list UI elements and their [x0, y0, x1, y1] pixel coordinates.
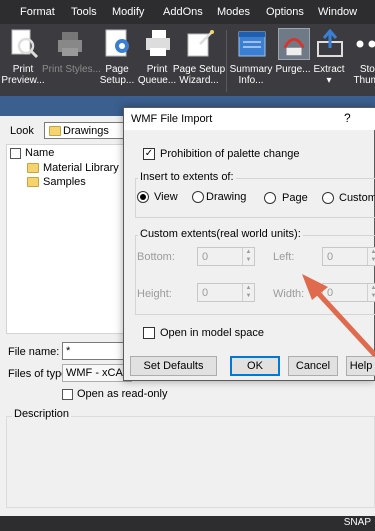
- menu-addons[interactable]: AddOns: [163, 0, 203, 24]
- print-preview-button[interactable]: Print Preview...: [0, 26, 46, 94]
- set-defaults-button[interactable]: Set Defaults: [130, 356, 217, 376]
- radio-drawing[interactable]: [192, 191, 204, 203]
- print-queue-label: Print: [146, 64, 168, 75]
- files-of-type-label: Files of type:: [8, 368, 71, 380]
- files-of-type-select[interactable]: WMF - xCAD 2: [62, 364, 132, 382]
- file-name: Samples: [43, 176, 86, 188]
- spin-arrows-icon[interactable]: ▲ ▼: [242, 284, 254, 301]
- look-in-select[interactable]: Drawings: [44, 122, 134, 139]
- extract-label: Extract: [313, 64, 345, 75]
- radio-view-label: View: [154, 191, 178, 203]
- page-setup-label: Page: [105, 64, 129, 75]
- radio-custom[interactable]: [322, 192, 334, 204]
- store-thumbnail-label-2: Thumb: [353, 75, 375, 86]
- ribbon-toolbar: Print Preview... Print Styles... Page Setu…: [0, 24, 375, 96]
- look-in-label: Look: [10, 125, 34, 137]
- print-preview-label: Print: [12, 64, 34, 75]
- file-name-label: File name:: [8, 346, 60, 358]
- extract-icon: [317, 28, 343, 57]
- menu-modes[interactable]: Modes: [217, 0, 250, 24]
- cancel-button[interactable]: Cancel: [288, 356, 338, 376]
- prohibition-label: Prohibition of palette change: [160, 148, 300, 160]
- radio-custom-label: Custom: [339, 192, 375, 204]
- summary-info-button[interactable]: Summary Info...: [228, 26, 274, 94]
- width-label: Width:: [273, 288, 305, 300]
- menu-bar: Format Tools Modify AddOns Modes Options…: [0, 0, 375, 24]
- prohibition-checkbox[interactable]: ✓: [143, 148, 155, 160]
- menu-tools[interactable]: Tools: [71, 0, 97, 24]
- radio-page[interactable]: [264, 192, 276, 204]
- menu-modify[interactable]: Modify: [112, 0, 144, 24]
- radio-drawing-label: Drawing: [206, 191, 247, 203]
- print-styles-button[interactable]: Print Styles...: [42, 26, 101, 94]
- spin-arrows-icon[interactable]: ▲ ▼: [367, 284, 375, 301]
- custom-extents-label: Custom extents(real world units):: [138, 228, 303, 240]
- select-all-checkbox[interactable]: [10, 148, 21, 159]
- model-space-checkbox[interactable]: [143, 327, 155, 339]
- file-list: Name Material Library Samples: [6, 144, 126, 334]
- spin-arrows-icon[interactable]: ▲ ▼: [367, 248, 375, 265]
- folder-icon: [27, 177, 39, 188]
- page-setup-wizard-button[interactable]: Page Setup Wizard...: [172, 26, 226, 94]
- print-styles-icon: [58, 32, 82, 56]
- print-preview-label-2: Preview...: [1, 75, 45, 86]
- help-icon[interactable]: ?: [344, 111, 351, 125]
- print-queue-icon: [146, 30, 170, 56]
- height-stepper[interactable]: 0 ▲ ▼: [197, 283, 255, 302]
- bottom-value: 0: [202, 251, 209, 263]
- folder-icon: [49, 126, 61, 136]
- summary-info-label-2: Info...: [238, 75, 264, 86]
- snap-toggle[interactable]: SNAP: [344, 517, 371, 528]
- status-bar: SNAP: [0, 516, 375, 531]
- name-column-header[interactable]: Name: [25, 147, 54, 159]
- spin-arrows-icon[interactable]: ▲ ▼: [242, 248, 254, 265]
- bottom-label: Bottom:: [137, 251, 175, 263]
- app-window: Format Tools Modify AddOns Modes Options…: [0, 0, 375, 531]
- store-thumbnail-icon: [356, 40, 375, 48]
- dialog-title: WMF File Import: [131, 113, 213, 125]
- menu-window[interactable]: Window: [318, 0, 357, 24]
- menu-options[interactable]: Options: [266, 0, 304, 24]
- help-button[interactable]: Help: [346, 356, 375, 376]
- bottom-stepper[interactable]: 0 ▲ ▼: [197, 247, 255, 266]
- height-label: Height:: [137, 288, 172, 300]
- file-name-input[interactable]: *: [62, 342, 132, 360]
- page-setup-wizard-label-2: Wizard...: [179, 75, 219, 86]
- list-item[interactable]: Samples: [27, 175, 86, 189]
- width-value: 0: [327, 287, 334, 299]
- look-in-value: Drawings: [63, 125, 109, 137]
- page-setup-wizard-icon: [187, 30, 214, 57]
- menu-format[interactable]: Format: [20, 0, 55, 24]
- radio-page-label: Page: [282, 192, 308, 204]
- model-space-label: Open in model space: [160, 327, 264, 339]
- left-stepper[interactable]: 0 ▲ ▼: [322, 247, 375, 266]
- file-name: Material Library: [43, 162, 119, 174]
- radio-view[interactable]: [137, 191, 149, 203]
- description-label: Description: [12, 408, 72, 420]
- page-setup-icon: [105, 29, 129, 57]
- read-only-checkbox[interactable]: [62, 389, 73, 400]
- store-thumbnail-button[interactable]: StorThumb: [346, 26, 375, 94]
- left-label: Left:: [273, 251, 295, 263]
- store-thumbnail-label: Stor: [359, 64, 375, 75]
- left-value: 0: [327, 251, 334, 263]
- read-only-label: Open as read-only: [77, 388, 168, 400]
- wmf-import-dialog: WMF File Import ? ✓ Prohibition of palet…: [123, 107, 375, 381]
- folder-icon: [27, 163, 39, 174]
- print-queue-label-2: Queue...: [137, 75, 177, 86]
- summary-info-icon: [238, 31, 266, 57]
- insert-extents-label: Insert to extents of:: [138, 171, 236, 183]
- print-preview-icon: [11, 29, 39, 59]
- dialog-title-bar: WMF File Import ?: [124, 108, 375, 130]
- description-panel: [6, 416, 375, 508]
- page-setup-wizard-label: Page Setup: [172, 64, 226, 75]
- ok-button[interactable]: OK: [230, 356, 280, 376]
- height-value: 0: [202, 287, 209, 299]
- width-stepper[interactable]: 0 ▲ ▼: [322, 283, 375, 302]
- chevron-down-icon: ▾: [326, 75, 332, 86]
- list-item[interactable]: Material Library: [27, 161, 119, 175]
